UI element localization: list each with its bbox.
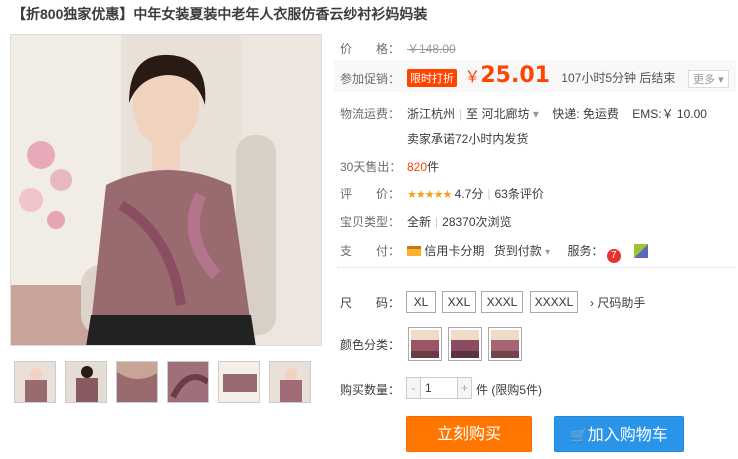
ems-fee: EMS:￥ 10.00 — [632, 107, 707, 121]
seven-day-return-icon: 7 — [606, 249, 621, 263]
payment-row: 支 付： 信用卡分期 货到付款 ▾ 服务： 7 — [340, 242, 649, 263]
chevron-down-icon: ▾ — [532, 107, 539, 121]
promo-price: 25.01 — [480, 63, 550, 88]
more-promos-button[interactable]: 更多 ▾ — [688, 70, 729, 88]
size-helper-link[interactable]: › 尺码助手 — [590, 294, 645, 311]
color-label: 颜色分类： — [340, 338, 401, 352]
color-swatch-2[interactable] — [448, 327, 482, 361]
quantity-label: 购买数量： — [340, 383, 401, 397]
section-divider — [338, 267, 736, 268]
sales-count: 820 — [407, 160, 428, 174]
promo-countdown: 107小时5分钟 后结束 — [561, 71, 676, 85]
price-row: 价 格： ￥148.00 — [340, 40, 456, 57]
thumbnail-2[interactable] — [65, 361, 107, 403]
chevron-down-icon: ▾ — [718, 74, 724, 86]
size-option-xxxxl[interactable]: XXXXL — [530, 291, 578, 313]
rating-label: 评 价： — [340, 187, 401, 201]
original-price: ￥148.00 — [407, 42, 456, 56]
model-photo — [11, 35, 321, 345]
quantity-limit: 件 (限购5件) — [476, 383, 543, 397]
promo-label: 参加促销： — [340, 72, 401, 86]
item-condition: 全新 — [407, 215, 432, 229]
chevron-down-icon[interactable]: ▾ — [545, 247, 550, 258]
shipping-row: 物流运费： 浙江杭州 | 至 河北廊坊 ▾ 快递: 免运费 EMS:￥ 10.00 — [340, 107, 707, 121]
thumbnail-3[interactable] — [116, 361, 158, 403]
shipping-promise: 卖家承诺72小时内发货 — [407, 132, 529, 146]
color-swatch-1[interactable] — [408, 327, 442, 361]
installment-option[interactable]: 信用卡分期 — [424, 244, 484, 258]
thumbnail-4[interactable] — [167, 361, 209, 403]
cod-option[interactable]: 货到付款 — [494, 244, 542, 258]
product-title: 【折800独家优惠】中年女装夏装中老年人衣服仿香云纱衬衫妈妈装 — [12, 6, 428, 22]
thumbnail-1[interactable] — [14, 361, 56, 403]
size-option-xl[interactable]: XL — [406, 291, 436, 313]
add-to-cart-button[interactable]: 🛒加入购物车 — [554, 416, 684, 452]
more-label: 更多 — [693, 74, 715, 86]
thumbnail-strip — [14, 361, 311, 403]
ship-destination: 河北廊坊 — [481, 107, 530, 121]
currency-symbol: ￥ — [464, 69, 481, 86]
quantity-input[interactable]: 1 — [420, 378, 458, 398]
cart-icon: 🛒 — [570, 427, 588, 443]
buy-now-button[interactable]: 立刻购买 — [406, 416, 532, 452]
rating-score: 4.7分 — [454, 187, 484, 201]
review-count-link[interactable]: 63条评价 — [494, 187, 543, 201]
chevron-right-icon: › — [590, 296, 594, 310]
express-fee: 快递: 免运费 — [552, 107, 619, 121]
color-swatch-3[interactable] — [488, 327, 522, 361]
payment-label: 支 付： — [340, 244, 401, 258]
quantity-stepper: - 1 + — [406, 377, 472, 399]
size-helper-label: 尺码助手 — [597, 296, 646, 310]
thumbnail-6[interactable] — [269, 361, 311, 403]
ship-from: 浙江杭州 — [407, 107, 456, 121]
size-option-xxxl[interactable]: XXXL — [481, 291, 523, 313]
size-option-xxl[interactable]: XXL — [442, 291, 476, 313]
rating-row: 评 价： ★★★★★ 4.7分 | 63条评价 — [340, 187, 544, 201]
ship-to-prefix: 至 — [466, 107, 479, 121]
decrement-button[interactable]: - — [407, 378, 420, 398]
credit-card-icon — [407, 246, 421, 256]
service-label: 服务： — [567, 244, 604, 258]
guarantee-icon — [634, 244, 649, 258]
ship-destination-select[interactable]: 河北廊坊 ▾ — [482, 107, 539, 121]
sales-row: 30天售出： 820件 — [340, 158, 439, 175]
limited-discount-badge: 限时打折 — [407, 69, 457, 87]
promo-row: 参加促销： 限时打折 ￥25.01 107小时5分钟 后结束 — [340, 63, 675, 88]
sales-label: 30天售出： — [340, 160, 402, 174]
sales-unit: 件 — [427, 160, 440, 174]
increment-button[interactable]: + — [458, 378, 471, 398]
add-to-cart-label: 加入购物车 — [587, 427, 668, 444]
rating-stars-icon: ★★★★★ — [407, 189, 452, 201]
price-label: 价 格： — [340, 42, 401, 56]
size-label: 尺 码： — [340, 296, 401, 310]
type-label: 宝贝类型： — [340, 215, 401, 229]
view-count: 28370次浏览 — [442, 215, 512, 229]
type-row: 宝贝类型： 全新 | 28370次浏览 — [340, 215, 512, 229]
thumbnail-5[interactable] — [218, 361, 260, 403]
shipping-label: 物流运费： — [340, 107, 401, 121]
main-product-image[interactable] — [10, 34, 322, 346]
